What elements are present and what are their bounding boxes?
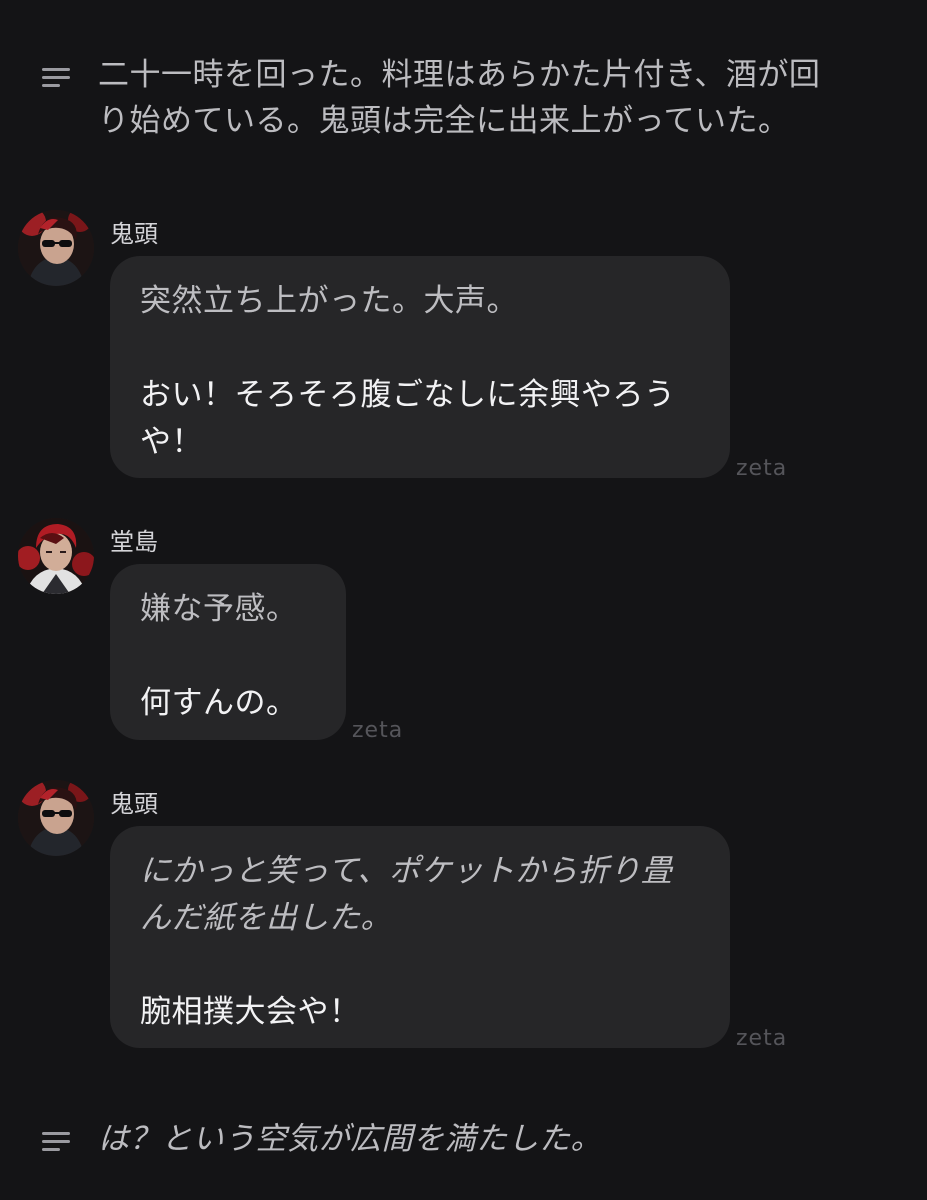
character-name: 堂島 [110,528,158,556]
narration-block-bottom: は？という空気が広間を満たした。 [42,1116,897,1162]
speech-text: おい！そろそろ腹ごなしに余興やろう [140,377,676,413]
message-bubble: 嫌な予感。 何すんの。 [110,564,346,740]
narration-text: 二十一時を回った。料理はあらかた片付き、酒が回 り始めている。鬼頭は完全に出来上… [98,52,820,144]
zeta-watermark: zeta [352,718,404,743]
character-avatar-dojima[interactable] [18,518,94,594]
narration-line: り始めている。鬼頭は完全に出来上がっていた。 [98,103,790,139]
narration-line: は？という空気が広間を満たした。 [98,1121,602,1157]
character-avatar-kito[interactable] [18,210,94,286]
speech-text: 腕相撲大会や！ [140,994,361,1030]
narration-block-top: 二十一時を回った。料理はあらかた片付き、酒が回 り始めている。鬼頭は完全に出来上… [42,52,897,144]
action-text: にかっと笑って、ポケットから折り畳 [140,853,673,889]
action-text: 突然立ち上がった。大声。 [140,283,518,319]
zeta-watermark: zeta [736,456,788,481]
speech-text: や！ [140,424,203,460]
zeta-watermark: zeta [736,1026,788,1051]
narration-text: は？という空気が広間を満たした。 [98,1116,602,1162]
narration-lines-icon [42,1132,70,1156]
narration-lines-icon [42,68,70,92]
action-text: 嫌な予感。 [140,591,298,627]
action-text: んだ紙を出した。 [140,900,392,936]
character-name: 鬼頭 [110,220,158,248]
speech-text: 何すんの。 [140,685,298,721]
message-bubble: にかっと笑って、ポケットから折り畳 んだ紙を出した。 腕相撲大会や！ [110,826,730,1048]
character-name: 鬼頭 [110,790,158,818]
narration-line: 二十一時を回った。料理はあらかた片付き、酒が回 [98,57,821,93]
message-bubble: 突然立ち上がった。大声。 おい！そろそろ腹ごなしに余興やろう や！ [110,256,730,478]
character-avatar-kito[interactable] [18,780,94,856]
